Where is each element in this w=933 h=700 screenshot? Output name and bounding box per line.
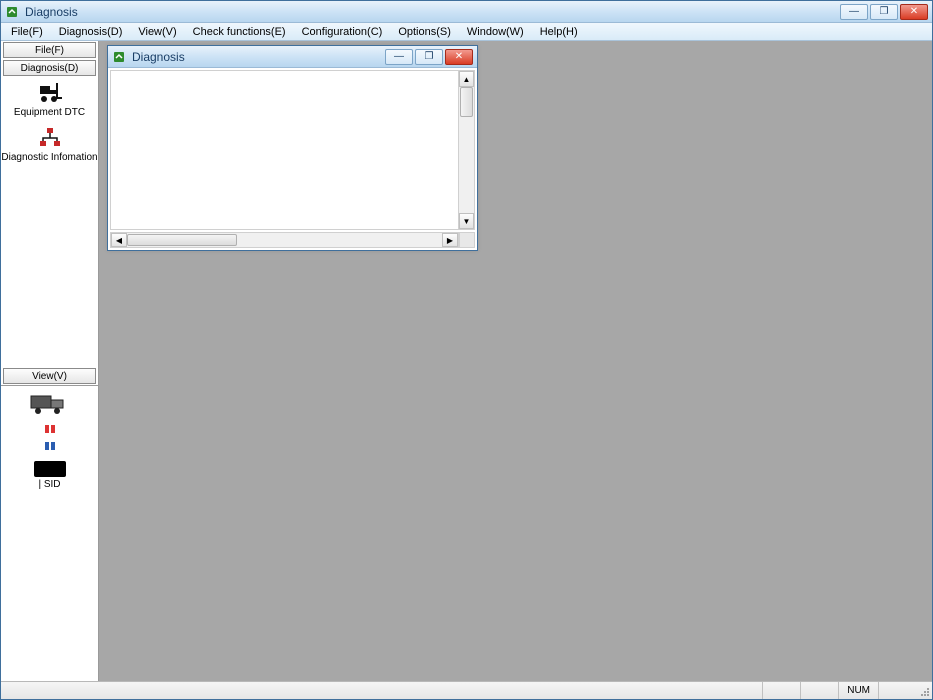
menu-view[interactable]: View(V) <box>130 23 184 40</box>
sid-label: | SID <box>38 479 60 490</box>
menu-diagnosis[interactable]: Diagnosis(D) <box>51 23 131 40</box>
connector-icon-red <box>41 423 59 440</box>
minimize-button[interactable]: — <box>840 4 868 20</box>
menu-configuration-label: Configuration(C) <box>302 26 383 38</box>
scroll-corner <box>459 232 475 248</box>
forklift-icon <box>36 81 64 105</box>
menu-diagnosis-label: Diagnosis(D) <box>59 26 123 38</box>
maximize-icon: ❐ <box>880 7 889 17</box>
child-body: ▲ ▼ <box>110 70 475 230</box>
hscroll-thumb[interactable] <box>127 234 237 246</box>
scroll-right-button[interactable]: ▶ <box>442 233 458 247</box>
child-icon <box>112 50 126 64</box>
child-titlebar[interactable]: Diagnosis — ❐ ✕ <box>108 46 477 68</box>
menu-file-label: File(F) <box>11 26 43 38</box>
sidebar-item-label: Diagnostic Infomation <box>1 152 97 163</box>
minimize-icon: — <box>849 7 859 17</box>
statusbar: NUM <box>1 681 932 699</box>
sid-device-icon <box>34 461 66 477</box>
sidebar: File(F) Diagnosis(D) <box>1 41 99 681</box>
close-icon: ✕ <box>910 7 918 17</box>
statusbar-cell-1 <box>762 682 800 699</box>
menu-view-label: View(V) <box>138 26 176 38</box>
sidebar-diagnosis-button[interactable]: Diagnosis(D) <box>3 60 96 76</box>
hscroll-row: ◀ ▶ <box>110 232 475 248</box>
connector-icon-blue <box>41 440 59 457</box>
menu-window-label: Window(W) <box>467 26 524 38</box>
sidebar-file-button[interactable]: File(F) <box>3 42 96 58</box>
menu-options[interactable]: Options(S) <box>390 23 459 40</box>
app-titlebar: Diagnosis — ❐ ✕ <box>1 1 932 23</box>
menubar: File(F) Diagnosis(D) View(V) Check funct… <box>1 23 932 41</box>
sidebar-top-group: File(F) Diagnosis(D) <box>1 41 98 77</box>
sidebar-item-diagnostic-info[interactable]: Diagnostic Infomation <box>1 126 98 163</box>
sidebar-view-button[interactable]: View(V) <box>3 368 96 384</box>
child-window-diagnosis: Diagnosis — ❐ ✕ <box>107 45 478 251</box>
menu-configuration[interactable]: Configuration(C) <box>294 23 391 40</box>
mdi-client-area: Diagnosis — ❐ ✕ <box>99 41 932 681</box>
hscroll-track[interactable] <box>127 233 442 247</box>
work-area: File(F) Diagnosis(D) <box>1 41 932 681</box>
horizontal-scrollbar[interactable]: ◀ ▶ <box>110 232 459 248</box>
sidebar-view-label: View(V) <box>32 371 67 382</box>
sidebar-item-equipment-dtc[interactable]: Equipment DTC <box>1 81 98 118</box>
menu-help-label: Help(H) <box>540 26 578 38</box>
scroll-down-button[interactable]: ▼ <box>459 213 474 229</box>
statusbar-cell-4 <box>878 682 916 699</box>
minimize-icon: — <box>394 52 404 62</box>
window-controls: — ❐ ✕ <box>840 4 928 20</box>
menu-window[interactable]: Window(W) <box>459 23 532 40</box>
maximize-button[interactable]: ❐ <box>870 4 898 20</box>
restore-icon: ❐ <box>425 52 434 62</box>
child-title: Diagnosis <box>132 50 385 64</box>
vscroll-track[interactable] <box>459 87 474 213</box>
sidebar-item-label: Equipment DTC <box>14 107 85 118</box>
app-window: Diagnosis — ❐ ✕ File(F) Diagnosis(D) Vie… <box>0 0 933 700</box>
truck-icon <box>29 392 71 419</box>
menu-help[interactable]: Help(H) <box>532 23 586 40</box>
child-window-controls: — ❐ ✕ <box>385 49 473 65</box>
sidebar-diagnosis-pane: Equipment DTC Diagnostic Infomation <box>1 77 98 367</box>
statusbar-num: NUM <box>838 682 878 699</box>
statusbar-cell-2 <box>800 682 838 699</box>
sidebar-view-pane: | SID <box>1 385 98 681</box>
child-close-button[interactable]: ✕ <box>445 49 473 65</box>
close-icon: ✕ <box>455 52 463 62</box>
menu-options-label: Options(S) <box>398 26 451 38</box>
app-title: Diagnosis <box>25 5 840 19</box>
sidebar-diagnosis-label: Diagnosis(D) <box>21 63 79 74</box>
vscroll-thumb[interactable] <box>460 87 473 117</box>
close-button[interactable]: ✕ <box>900 4 928 20</box>
menu-file[interactable]: File(F) <box>3 23 51 40</box>
app-icon <box>5 5 19 19</box>
resize-grip-icon <box>918 685 930 697</box>
scroll-up-button[interactable]: ▲ <box>459 71 474 87</box>
child-minimize-button[interactable]: — <box>385 49 413 65</box>
hierarchy-icon <box>36 126 64 150</box>
scroll-left-button[interactable]: ◀ <box>111 233 127 247</box>
child-restore-button[interactable]: ❐ <box>415 49 443 65</box>
menu-check-functions[interactable]: Check functions(E) <box>185 23 294 40</box>
menu-check-functions-label: Check functions(E) <box>193 26 286 38</box>
child-content-area[interactable] <box>111 71 458 229</box>
sidebar-file-label: File(F) <box>35 45 64 56</box>
resize-grip[interactable] <box>916 682 932 699</box>
vertical-scrollbar[interactable]: ▲ ▼ <box>458 71 474 229</box>
statusbar-spacer <box>1 682 762 699</box>
